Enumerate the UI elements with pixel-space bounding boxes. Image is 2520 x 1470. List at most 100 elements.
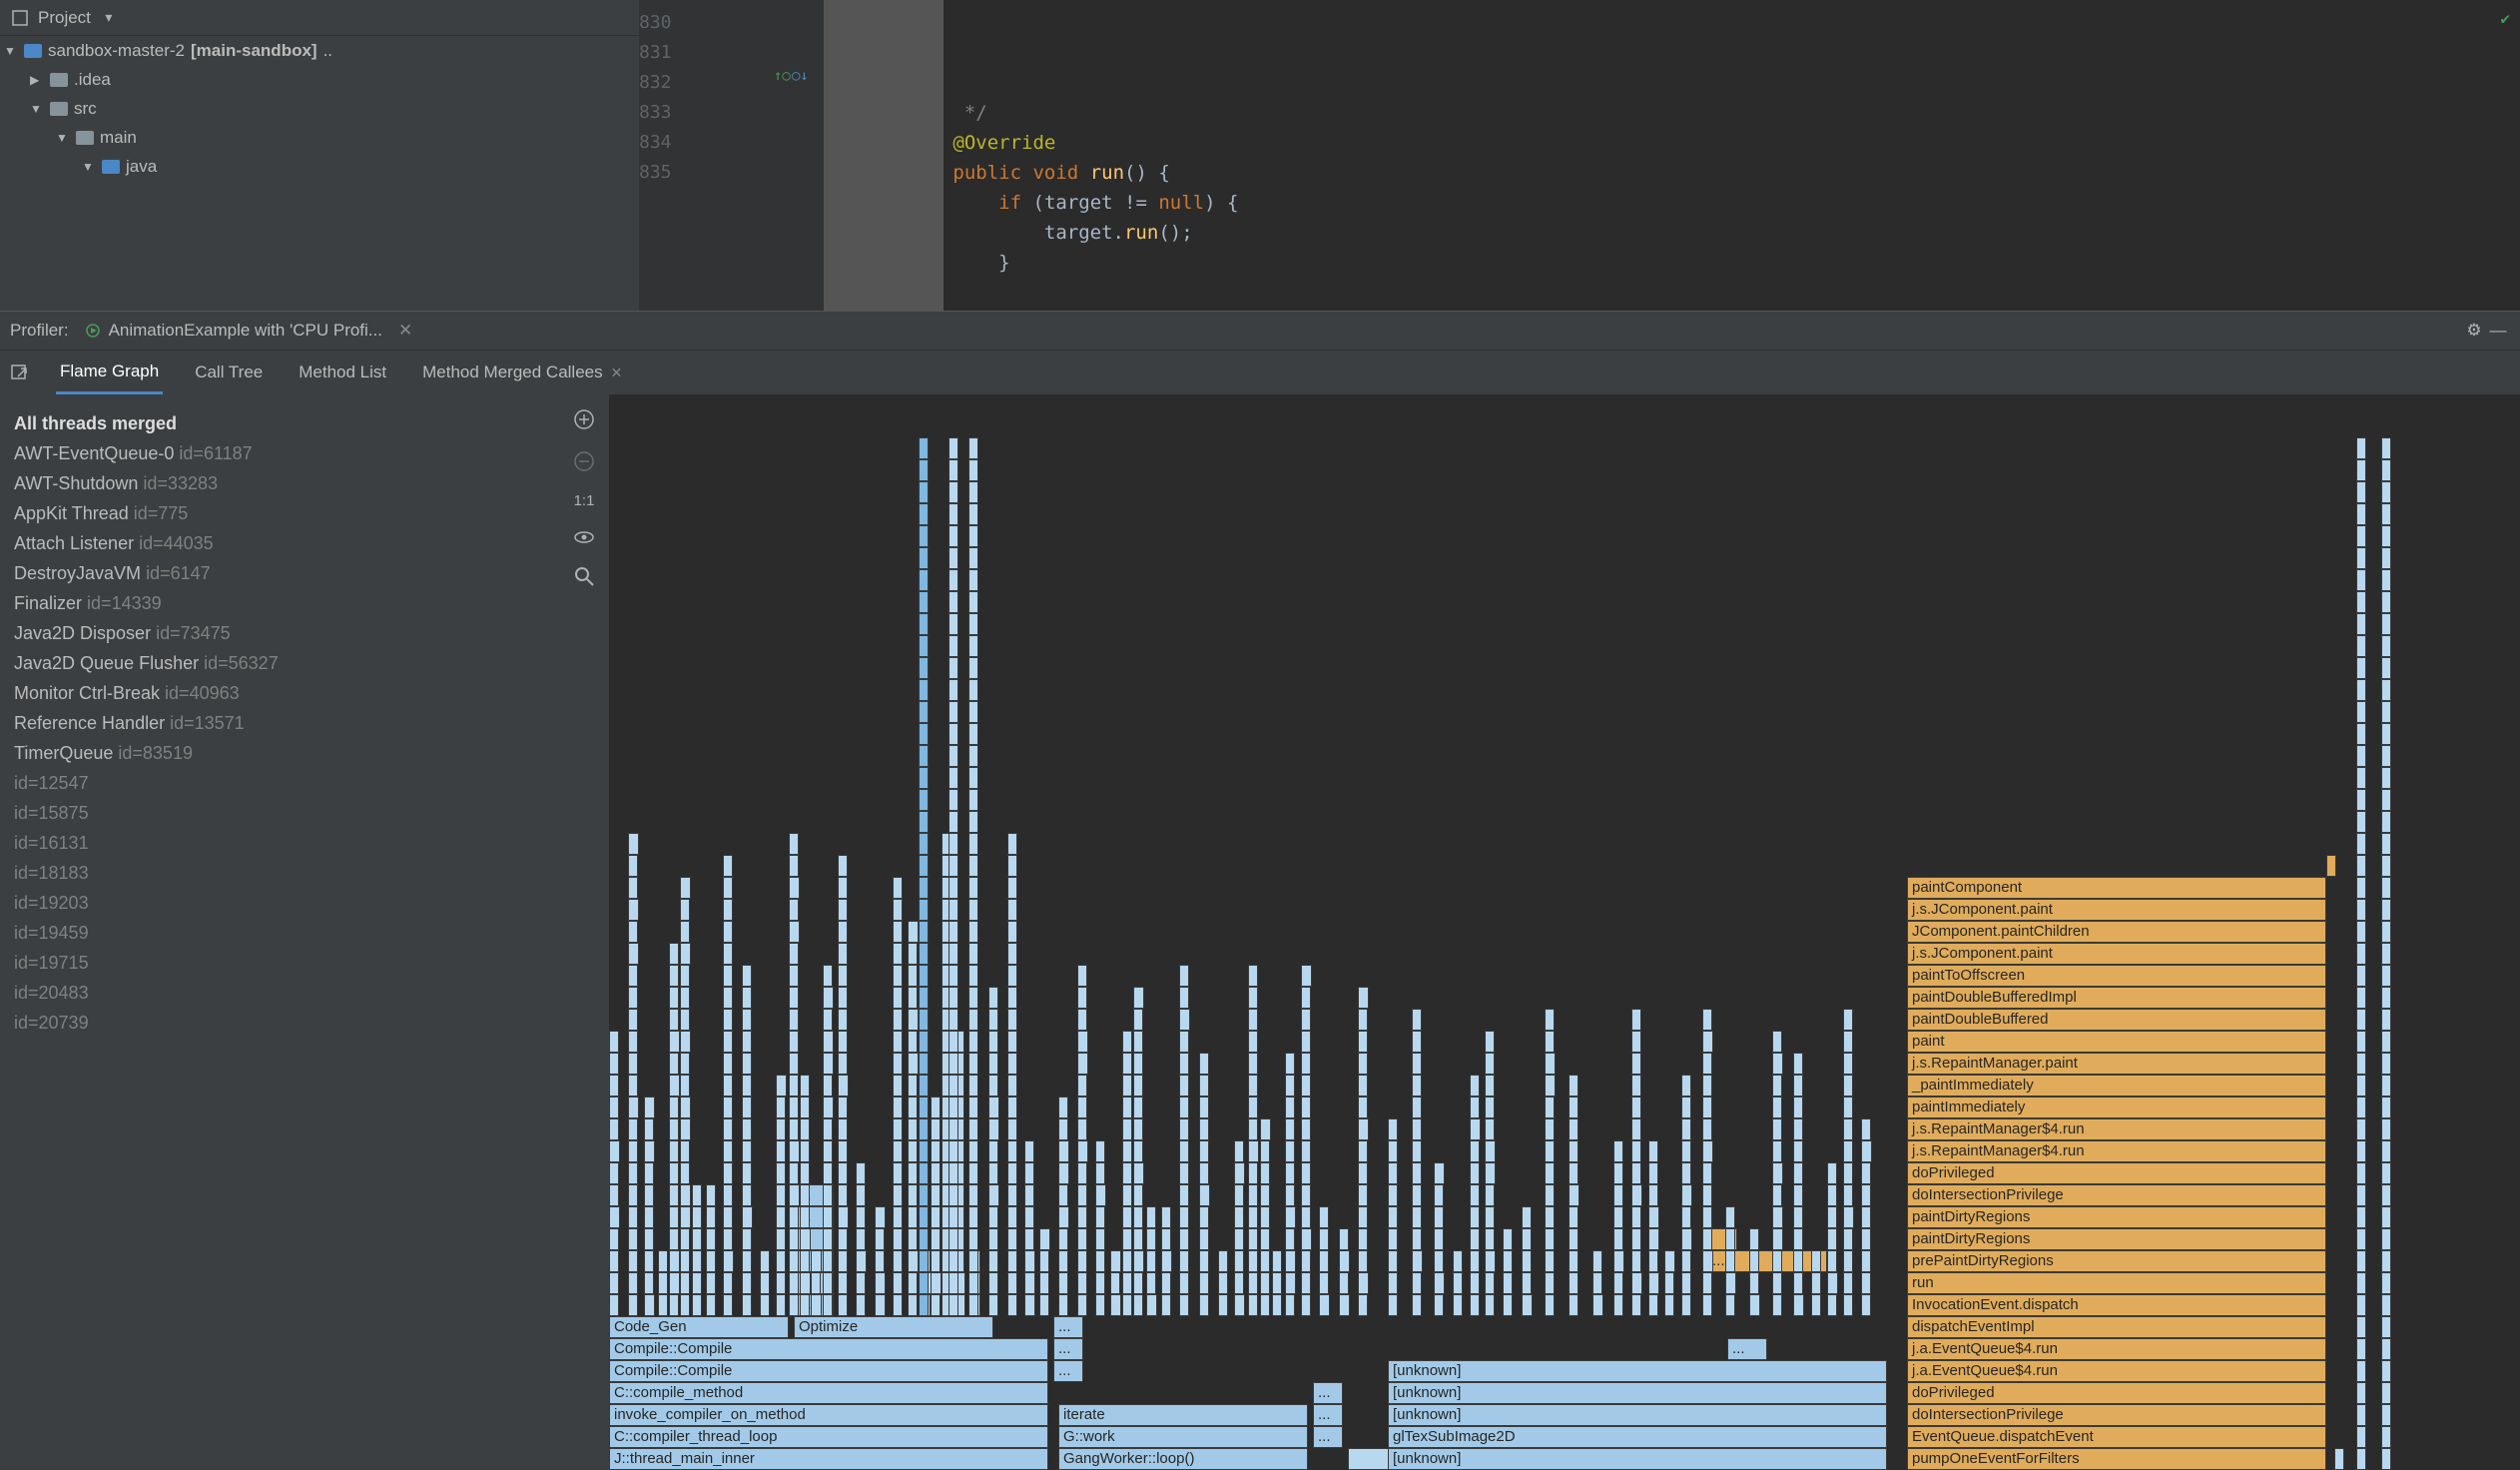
flame-frame[interactable] bbox=[1199, 1097, 1209, 1118]
flame-frame[interactable] bbox=[1272, 1294, 1282, 1316]
flame-frame[interactable] bbox=[823, 987, 834, 1009]
flame-frame[interactable] bbox=[2356, 547, 2366, 569]
flame-frame[interactable] bbox=[609, 1250, 619, 1272]
flame-frame[interactable]: j.s.RepaintManager$4.run bbox=[1907, 1118, 2326, 1140]
flame-frame[interactable] bbox=[968, 1272, 978, 1294]
flame-frame[interactable] bbox=[838, 1009, 848, 1031]
flame-frame[interactable] bbox=[811, 1294, 822, 1316]
flame-frame[interactable] bbox=[723, 1097, 733, 1118]
flame-frame[interactable] bbox=[628, 1250, 638, 1272]
flame-frame[interactable] bbox=[1077, 1009, 1087, 1031]
flame-frame[interactable] bbox=[908, 987, 918, 1009]
flame-frame[interactable] bbox=[1631, 1009, 1641, 1031]
flame-frame[interactable] bbox=[1358, 1118, 1369, 1140]
flame-frame[interactable] bbox=[948, 899, 958, 921]
flame-frame[interactable] bbox=[2356, 481, 2366, 503]
flame-frame[interactable] bbox=[1453, 1250, 1463, 1272]
flame-frame[interactable] bbox=[1648, 1140, 1658, 1162]
flame-frame[interactable] bbox=[723, 899, 733, 921]
flame-frame[interactable] bbox=[908, 1228, 918, 1250]
flame-frame[interactable] bbox=[968, 1294, 978, 1316]
flame-frame[interactable] bbox=[1545, 1118, 1555, 1140]
flame-frame[interactable] bbox=[908, 1272, 918, 1294]
flame-frame[interactable] bbox=[2356, 1338, 2366, 1360]
flame-frame[interactable]: paint bbox=[1907, 1031, 2326, 1053]
flame-frame[interactable] bbox=[1248, 1250, 1258, 1272]
flame-frame[interactable] bbox=[1811, 1294, 1821, 1316]
flame-frame[interactable] bbox=[706, 1272, 716, 1294]
flame-frame[interactable] bbox=[1485, 1118, 1495, 1140]
flame-frame[interactable] bbox=[948, 1206, 958, 1228]
flame-frame[interactable]: [unknown] bbox=[1388, 1360, 1887, 1382]
flame-frame[interactable] bbox=[1301, 1184, 1311, 1206]
flame-frame[interactable] bbox=[1122, 1031, 1132, 1053]
flame-frame[interactable] bbox=[692, 1206, 702, 1228]
flame-frame[interactable] bbox=[1133, 987, 1144, 1009]
flame-frame[interactable] bbox=[1179, 1009, 1190, 1031]
flame-frame[interactable] bbox=[823, 1053, 834, 1075]
flame-frame[interactable]: ... bbox=[1313, 1404, 1343, 1426]
flame-frame[interactable] bbox=[919, 723, 929, 745]
flame-frame[interactable] bbox=[669, 987, 679, 1009]
flame-frame[interactable] bbox=[1843, 1206, 1854, 1228]
flame-frame[interactable] bbox=[2356, 1294, 2366, 1316]
flame-frame[interactable] bbox=[1861, 1140, 1872, 1162]
chevron-icon[interactable]: ▼ bbox=[56, 131, 70, 145]
flame-frame[interactable] bbox=[1388, 1162, 1398, 1184]
flame-frame[interactable] bbox=[2356, 635, 2366, 657]
flame-frame[interactable] bbox=[893, 965, 903, 987]
flame-frame[interactable]: JComponent.paintChildren bbox=[1907, 921, 2326, 943]
flame-frame[interactable] bbox=[2356, 679, 2366, 701]
flame-frame[interactable] bbox=[1260, 1206, 1270, 1228]
flame-frame[interactable] bbox=[628, 1009, 638, 1031]
flame-frame[interactable] bbox=[908, 1184, 918, 1206]
flame-frame[interactable] bbox=[1077, 1031, 1088, 1053]
flame-frame[interactable] bbox=[1358, 1250, 1368, 1272]
flame-frame[interactable] bbox=[856, 1162, 866, 1184]
flame-frame[interactable] bbox=[2381, 1140, 2391, 1162]
flame-frame[interactable] bbox=[723, 1031, 733, 1053]
flame-frame[interactable] bbox=[2356, 1162, 2366, 1184]
flame-frame[interactable]: doIntersectionPrivilege bbox=[1907, 1404, 2326, 1426]
flame-frame[interactable] bbox=[1522, 1272, 1532, 1294]
flame-frame[interactable] bbox=[2356, 987, 2366, 1009]
flame-graph[interactable]: paintComponentj.s.JComponent.paintJCompo… bbox=[609, 394, 2520, 1470]
flame-frame[interactable] bbox=[1827, 1206, 1837, 1228]
flame-frame[interactable] bbox=[742, 1053, 752, 1075]
flame-frame[interactable] bbox=[1772, 1097, 1782, 1118]
flame-frame[interactable] bbox=[948, 635, 958, 657]
flame-frame[interactable] bbox=[908, 1294, 918, 1316]
flame-frame[interactable] bbox=[919, 1097, 929, 1118]
flame-frame[interactable] bbox=[723, 1053, 733, 1075]
flame-frame[interactable] bbox=[789, 1250, 799, 1272]
flame-frame[interactable] bbox=[1827, 1250, 1837, 1272]
code-line[interactable]: */ bbox=[839, 98, 2520, 128]
flame-frame[interactable] bbox=[948, 679, 958, 701]
flame-frame[interactable] bbox=[1179, 1250, 1189, 1272]
flame-frame[interactable] bbox=[628, 965, 638, 987]
flame-frame[interactable] bbox=[1234, 1228, 1244, 1250]
flame-frame[interactable] bbox=[968, 723, 978, 745]
flame-frame[interactable] bbox=[628, 1162, 638, 1184]
flame-frame[interactable] bbox=[1412, 1097, 1422, 1118]
flame-frame[interactable] bbox=[948, 1118, 958, 1140]
flame-frame[interactable] bbox=[2381, 899, 2391, 921]
flame-frame[interactable] bbox=[1434, 1228, 1444, 1250]
flame-frame[interactable] bbox=[2356, 1184, 2366, 1206]
flame-frame[interactable] bbox=[1772, 1206, 1783, 1228]
flame-frame[interactable] bbox=[1681, 1075, 1691, 1097]
flame-frame[interactable] bbox=[1772, 1272, 1782, 1294]
flame-frame[interactable] bbox=[988, 1140, 998, 1162]
flame-frame[interactable] bbox=[1664, 1272, 1674, 1294]
flame-frame[interactable] bbox=[1024, 1140, 1034, 1162]
flame-frame[interactable] bbox=[908, 1097, 918, 1118]
flame-frame[interactable] bbox=[2381, 1053, 2391, 1075]
flame-frame[interactable] bbox=[968, 635, 978, 657]
flame-frame[interactable] bbox=[1569, 1250, 1578, 1272]
flame-frame[interactable] bbox=[1234, 1184, 1244, 1206]
flame-frame[interactable] bbox=[968, 921, 978, 943]
flame-frame[interactable] bbox=[669, 1140, 679, 1162]
flame-frame[interactable] bbox=[1522, 1206, 1532, 1228]
flame-frame[interactable]: [unknown] bbox=[1388, 1448, 1887, 1470]
flame-frame[interactable]: j.s.JComponent.paint bbox=[1907, 899, 2326, 921]
